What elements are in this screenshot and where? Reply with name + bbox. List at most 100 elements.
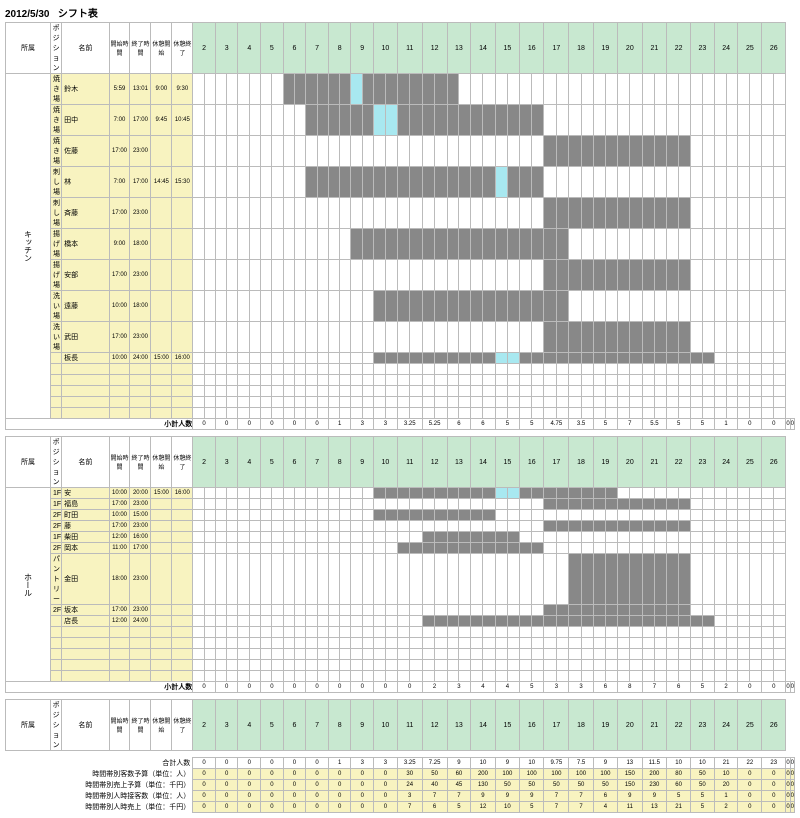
gantt-cell bbox=[204, 554, 215, 605]
gantt-cell bbox=[630, 488, 642, 499]
footer-val: 9 bbox=[495, 791, 519, 802]
position-cell: 1F bbox=[51, 499, 62, 510]
gantt-cell bbox=[495, 136, 507, 167]
gantt-cell bbox=[691, 532, 703, 543]
gantt-cell bbox=[654, 554, 666, 605]
hour-col: 11 bbox=[397, 700, 422, 751]
gantt-cell bbox=[774, 510, 786, 521]
gantt-cell bbox=[272, 229, 283, 260]
hour-col: 3 bbox=[215, 23, 238, 74]
footer-val: 50 bbox=[691, 769, 715, 780]
gantt-cell bbox=[483, 510, 495, 521]
gantt-cell bbox=[605, 353, 617, 364]
footer-val: 21 bbox=[714, 758, 738, 769]
gantt-cell bbox=[459, 521, 471, 532]
gantt-cell bbox=[593, 521, 605, 532]
bs-cell bbox=[151, 543, 172, 554]
gantt-cell bbox=[261, 532, 272, 543]
subtotal-val: 0 bbox=[397, 682, 422, 693]
gantt-cell bbox=[422, 353, 434, 364]
gantt-cell bbox=[642, 136, 654, 167]
gantt-cell bbox=[317, 229, 328, 260]
gantt-cell bbox=[204, 291, 215, 322]
gantt-cell bbox=[435, 488, 447, 499]
hour-col: 17 bbox=[544, 23, 569, 74]
gantt-cell bbox=[471, 532, 483, 543]
footer-val: 7 bbox=[544, 791, 569, 802]
gantt-cell bbox=[544, 605, 556, 616]
gantt-cell bbox=[227, 510, 238, 521]
end-cell: 17:00 bbox=[130, 543, 151, 554]
gantt-cell bbox=[362, 616, 373, 627]
footer-val: 0 bbox=[738, 802, 762, 813]
gantt-cell bbox=[569, 521, 581, 532]
gantt-cell bbox=[317, 260, 328, 291]
footer-val: 5 bbox=[667, 791, 691, 802]
gantt-cell bbox=[642, 105, 654, 136]
gantt-cell bbox=[581, 353, 593, 364]
gantt-cell bbox=[702, 554, 714, 605]
footer-val: 0 bbox=[193, 769, 216, 780]
footer-val: 0 bbox=[306, 802, 329, 813]
gantt-cell bbox=[667, 291, 679, 322]
subtotal-val: 4 bbox=[495, 682, 519, 693]
gantt-cell bbox=[283, 616, 294, 627]
gantt-cell bbox=[204, 105, 215, 136]
hour-col: 7 bbox=[306, 23, 329, 74]
gantt-cell bbox=[654, 605, 666, 616]
subtotal-val: 7 bbox=[618, 419, 642, 430]
gantt-cell bbox=[738, 554, 750, 605]
gantt-cell bbox=[774, 74, 786, 105]
hour-col: 10 bbox=[374, 700, 398, 751]
gantt-cell bbox=[750, 488, 762, 499]
gantt-cell bbox=[340, 499, 351, 510]
gantt-cell bbox=[261, 353, 272, 364]
gantt-cell bbox=[495, 229, 507, 260]
gantt-cell bbox=[328, 510, 339, 521]
footer-val: 0 bbox=[283, 802, 306, 813]
subtotal-val: 5 bbox=[593, 419, 617, 430]
gantt-cell bbox=[306, 74, 317, 105]
gantt-cell bbox=[532, 167, 544, 198]
footer-val: 0 bbox=[374, 769, 398, 780]
gantt-cell bbox=[483, 543, 495, 554]
gantt-cell bbox=[249, 521, 260, 532]
gantt-cell bbox=[750, 322, 762, 353]
gantt-cell bbox=[605, 229, 617, 260]
gantt-cell bbox=[362, 521, 373, 532]
gantt-cell bbox=[193, 543, 204, 554]
gantt-cell bbox=[422, 605, 434, 616]
gantt-cell bbox=[762, 74, 774, 105]
gantt-cell bbox=[193, 605, 204, 616]
gantt-cell bbox=[544, 499, 556, 510]
footer-val: 13 bbox=[618, 758, 642, 769]
gantt-cell bbox=[702, 198, 714, 229]
gantt-cell bbox=[459, 605, 471, 616]
gantt-cell bbox=[691, 291, 703, 322]
gantt-cell bbox=[750, 229, 762, 260]
gantt-cell bbox=[750, 198, 762, 229]
col-end: 終了時間 bbox=[130, 23, 151, 74]
bs-cell bbox=[151, 198, 172, 229]
subtotal-val: 0 bbox=[738, 682, 762, 693]
gantt-cell bbox=[702, 532, 714, 543]
gantt-cell bbox=[774, 532, 786, 543]
gantt-cell bbox=[238, 291, 249, 322]
subtotal-val: 0 bbox=[374, 682, 398, 693]
gantt-cell bbox=[532, 499, 544, 510]
gantt-cell bbox=[193, 616, 204, 627]
gantt-cell bbox=[328, 616, 339, 627]
gantt-cell bbox=[726, 136, 738, 167]
gantt-cell bbox=[340, 353, 351, 364]
position-cell: 1F bbox=[51, 488, 62, 499]
gantt-cell bbox=[374, 105, 386, 136]
gantt-cell bbox=[435, 532, 447, 543]
gantt-cell bbox=[569, 136, 581, 167]
gantt-cell bbox=[227, 291, 238, 322]
gantt-cell bbox=[351, 353, 362, 364]
gantt-cell bbox=[435, 105, 447, 136]
gantt-cell bbox=[702, 499, 714, 510]
footer-val: 50 bbox=[691, 780, 715, 791]
gantt-cell bbox=[532, 532, 544, 543]
gantt-cell bbox=[714, 510, 726, 521]
